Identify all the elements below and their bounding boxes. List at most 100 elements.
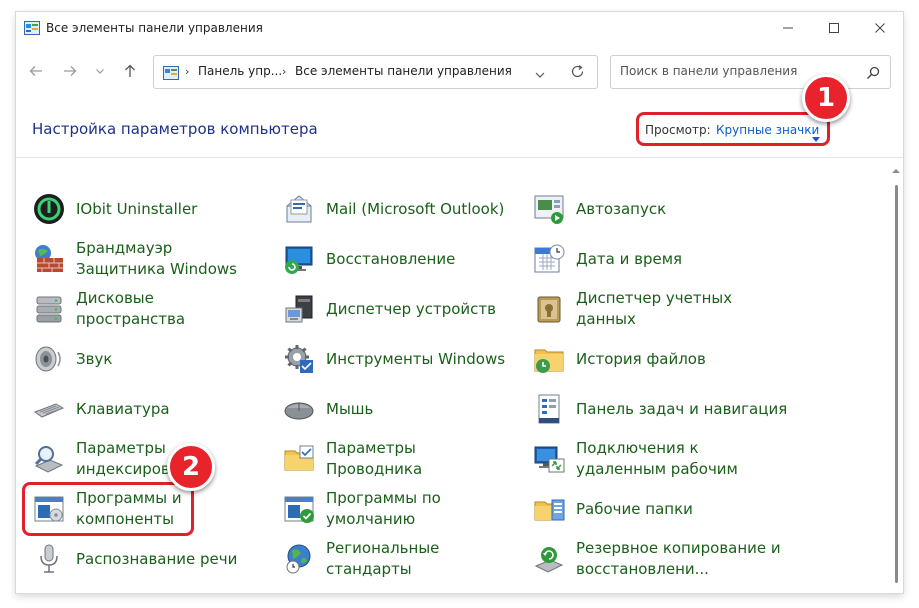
control-panel-item[interactable]: Диспетчер устройств xyxy=(282,286,512,332)
keyboard-icon xyxy=(32,392,66,426)
datetime-icon xyxy=(532,242,566,276)
control-panel-item[interactable]: Клавиатура xyxy=(32,386,262,432)
control-panel-window: Все элементы панели управления › Панель … xyxy=(16,12,903,593)
minimize-icon xyxy=(783,27,793,29)
item-label[interactable]: Распознавание речи xyxy=(76,549,237,570)
item-label[interactable]: Восстановление xyxy=(326,249,455,270)
indexing-icon xyxy=(32,442,66,476)
item-label[interactable]: Региональные стандарты xyxy=(326,538,512,580)
scroll-up-icon[interactable] xyxy=(891,167,901,175)
breadcrumb-all-items[interactable]: Все элементы панели управления xyxy=(295,64,512,78)
divider xyxy=(16,157,903,158)
item-label[interactable]: Программы по умолчанию xyxy=(326,488,512,530)
close-button[interactable] xyxy=(857,12,903,44)
item-label[interactable]: Mail (Microsoft Outlook) xyxy=(326,199,504,220)
item-label[interactable]: Звук xyxy=(76,349,112,370)
window-title: Все элементы панели управления xyxy=(46,21,263,35)
forward-button[interactable] xyxy=(59,60,81,82)
item-label[interactable]: Брандмауэр Защитника Windows xyxy=(76,238,262,280)
item-label[interactable]: Диспетчер устройств xyxy=(326,299,496,320)
maximize-icon xyxy=(829,23,839,33)
taskbar-icon xyxy=(532,392,566,426)
annotation-badge-1: 1 xyxy=(802,74,850,122)
control-panel-item[interactable]: Автозапуск xyxy=(532,186,792,232)
scrollbar-thumb[interactable] xyxy=(895,185,898,583)
storage-spaces-icon xyxy=(32,292,66,326)
item-label[interactable]: Диспетчер учетных данных xyxy=(576,288,792,330)
control-panel-item[interactable]: Дисковые пространства xyxy=(32,286,262,332)
control-panel-item[interactable]: Параметры индексирова xyxy=(32,436,262,482)
navigation-bar: › Панель упр... › Все элементы панели уп… xyxy=(16,52,903,89)
firewall-icon xyxy=(32,242,66,276)
title-bar: Все элементы панели управления xyxy=(16,12,903,44)
close-icon xyxy=(875,23,885,33)
control-panel-item[interactable]: Восстановление xyxy=(282,236,512,282)
control-panel-item[interactable]: Мышь xyxy=(282,386,512,432)
autoplay-icon xyxy=(532,192,566,226)
region-icon xyxy=(282,542,316,576)
item-label[interactable]: Дисковые пространства xyxy=(76,288,262,330)
minimize-button[interactable] xyxy=(765,12,811,44)
breadcrumb-control-panel[interactable]: Панель упр... xyxy=(198,64,282,78)
item-label[interactable]: Клавиатура xyxy=(76,399,170,420)
scrollbar[interactable] xyxy=(891,159,901,590)
control-panel-item[interactable]: Резервное копирование и восстановлени... xyxy=(532,536,792,582)
item-label[interactable]: Подключения к удаленным рабочим xyxy=(576,438,792,480)
address-bar[interactable]: › Панель упр... › Все элементы панели уп… xyxy=(153,55,598,89)
maximize-button[interactable] xyxy=(811,12,857,44)
item-label[interactable]: Параметры Проводника xyxy=(326,438,512,480)
credential-manager-icon xyxy=(532,292,566,326)
microphone-icon xyxy=(32,542,66,576)
control-panel-item[interactable]: Рабочие папки xyxy=(532,486,792,532)
page-title: Настройка параметров компьютера xyxy=(32,120,318,138)
control-panel-item[interactable]: Дата и время xyxy=(532,236,792,282)
control-panel-item[interactable]: Брандмауэр Защитника Windows xyxy=(32,236,262,282)
item-label[interactable]: Резервное копирование и восстановлени... xyxy=(576,538,792,580)
control-panel-item[interactable]: История файлов xyxy=(532,336,792,382)
control-panel-icon xyxy=(24,20,40,35)
item-label[interactable]: Рабочие папки xyxy=(576,499,693,520)
address-history-button[interactable] xyxy=(534,66,546,85)
control-panel-item[interactable]: IObit Uninstaller xyxy=(32,186,262,232)
remote-desktop-icon xyxy=(532,442,566,476)
control-panel-item[interactable]: Распознавание речи xyxy=(32,536,262,582)
file-history-icon xyxy=(532,342,566,376)
item-label[interactable]: Дата и время xyxy=(576,249,682,270)
device-manager-icon xyxy=(282,292,316,326)
annotation-badge-2: 2 xyxy=(167,443,215,491)
control-panel-item[interactable]: Параметры Проводника xyxy=(282,436,512,482)
back-button[interactable] xyxy=(25,60,47,82)
control-panel-item[interactable]: Региональные стандарты xyxy=(282,536,512,582)
item-label[interactable]: Инструменты Windows xyxy=(326,349,505,370)
default-programs-icon xyxy=(282,492,316,526)
work-folders-icon xyxy=(532,492,566,526)
search-input[interactable]: Поиск в панели управления xyxy=(620,64,797,78)
refresh-icon xyxy=(571,65,584,78)
control-panel-item[interactable]: Диспетчер учетных данных xyxy=(532,286,792,332)
control-panel-item[interactable]: Звук xyxy=(32,336,262,382)
search-icon[interactable] xyxy=(866,65,880,84)
control-panel-item[interactable]: Mail (Microsoft Outlook) xyxy=(282,186,512,232)
search-box[interactable]: Поиск в панели управления xyxy=(610,55,891,89)
recovery-icon xyxy=(282,242,316,276)
item-label[interactable]: IObit Uninstaller xyxy=(76,199,197,220)
chevron-right-icon: › xyxy=(282,65,287,78)
item-label[interactable]: Мышь xyxy=(326,399,373,420)
item-label[interactable]: Автозапуск xyxy=(576,199,666,220)
control-panel-item[interactable]: Панель задач и навигация xyxy=(532,386,792,432)
up-button[interactable] xyxy=(119,60,141,82)
mail-icon xyxy=(282,192,316,226)
control-panel-item[interactable]: Инструменты Windows xyxy=(282,336,512,382)
item-label[interactable]: Панель задач и навигация xyxy=(576,399,787,420)
control-panel-item[interactable]: Подключения к удаленным рабочим xyxy=(532,436,792,482)
chevron-right-icon: › xyxy=(185,65,190,78)
chevron-down-icon xyxy=(96,69,104,74)
arrow-up-icon xyxy=(125,64,135,77)
item-label[interactable]: История файлов xyxy=(576,349,706,370)
chevron-down-icon xyxy=(535,72,545,78)
speaker-icon xyxy=(32,342,66,376)
refresh-button[interactable] xyxy=(570,64,585,83)
control-panel-item[interactable]: Программы по умолчанию xyxy=(282,486,512,532)
iobit-icon xyxy=(32,192,66,226)
recent-locations-button[interactable] xyxy=(89,60,111,82)
